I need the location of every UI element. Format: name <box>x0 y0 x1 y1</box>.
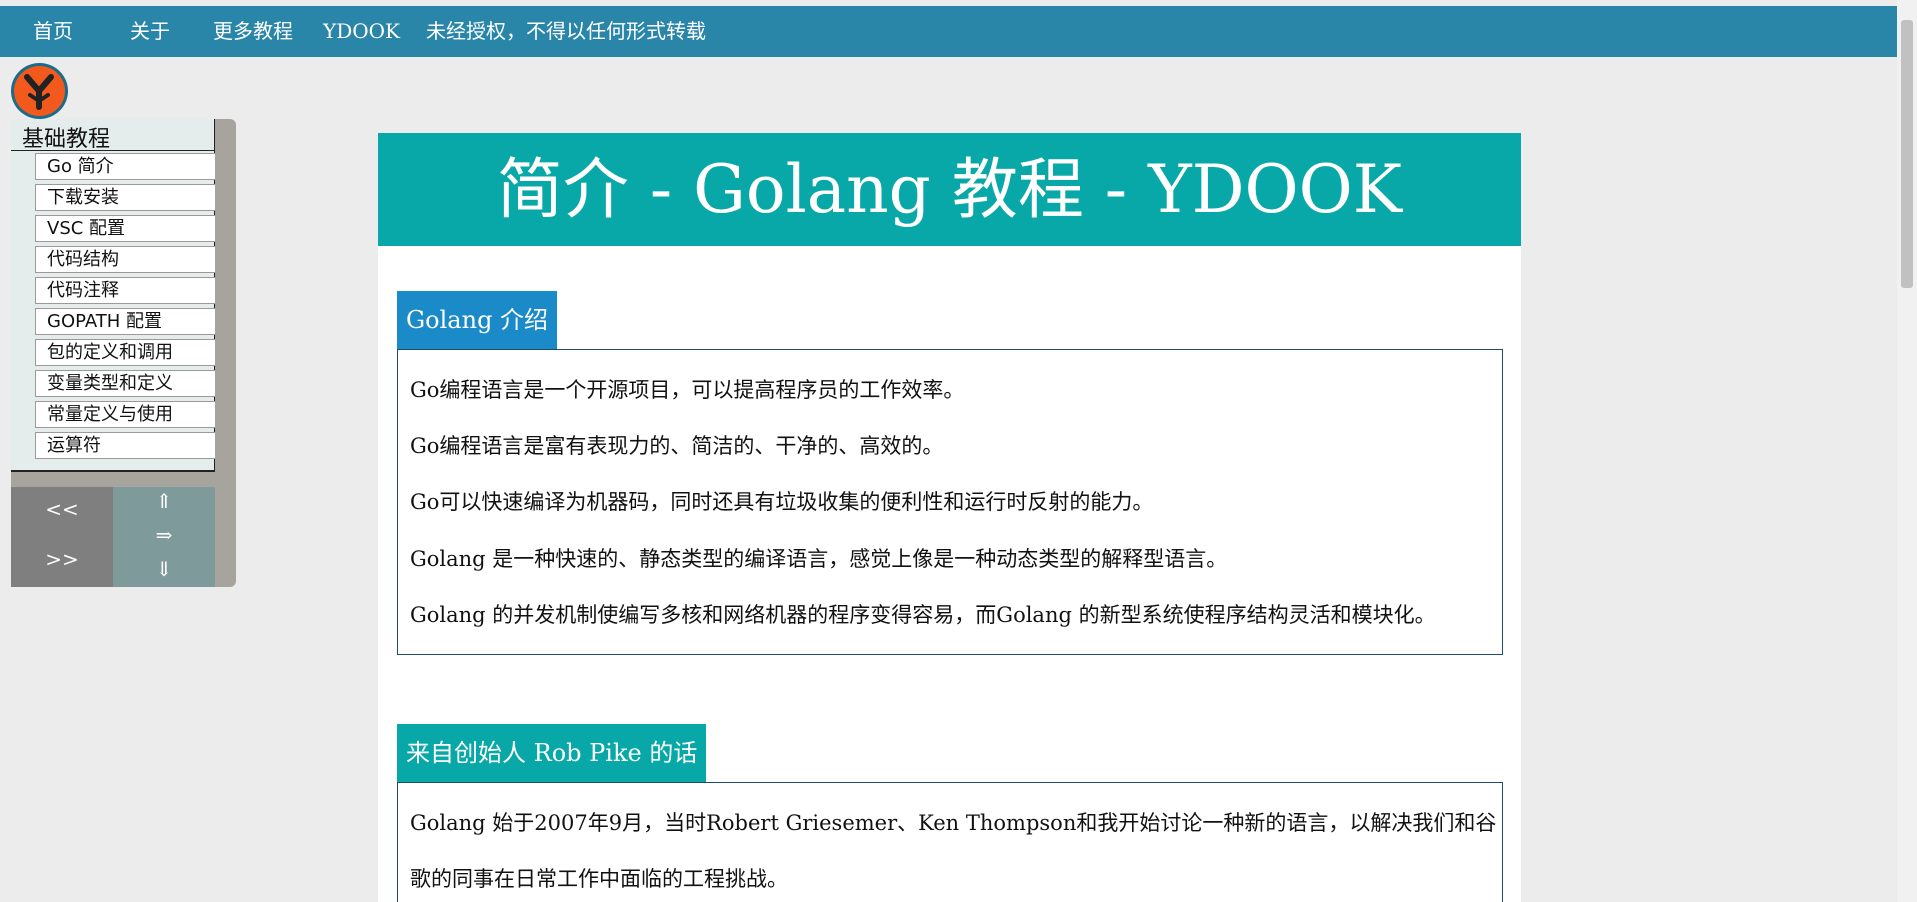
sidebar-item-operators[interactable]: 运算符 <box>35 432 215 459</box>
sidebar-item-gopath-config[interactable]: GOPATH 配置 <box>35 308 215 335</box>
paragraph: Golang 是一种快速的、静态类型的编译语言，感觉上像是一种动态类型的解释型语… <box>410 547 1228 571</box>
sidebar-item-go-intro[interactable]: Go 简介 <box>35 153 215 180</box>
logo-y-icon <box>24 74 54 110</box>
nav-about-link[interactable]: 关于 <box>130 6 170 57</box>
sidebar-menu: 基础教程 Go 简介 下载安装 VSC 配置 代码结构 代码注释 GOPATH … <box>11 119 215 472</box>
scrollbar-thumb[interactable] <box>1901 20 1913 288</box>
nav-ydook-link[interactable]: YDOOK <box>323 6 400 57</box>
paragraph: Go可以快速编译为机器码，同时还具有垃圾收集的便利性和运行时反射的能力。 <box>410 490 1154 514</box>
sidebar-item-package-definition[interactable]: 包的定义和调用 <box>35 339 215 366</box>
next-page-button[interactable]: >> <box>11 547 113 571</box>
sidebar-item-vsc-config[interactable]: VSC 配置 <box>35 215 215 242</box>
sidebar-item-download-install[interactable]: 下载安装 <box>35 184 215 211</box>
nav-copyright-notice[interactable]: 未经授权，不得以任何形式转载 <box>426 6 706 57</box>
paragraph: Golang 的并发机制使编写多核和网络机器的程序变得容易，而Golang 的新… <box>410 603 1436 627</box>
nav-more-tutorials-link[interactable]: 更多教程 <box>213 6 293 57</box>
paragraph: 歌的同事在日常工作中面临的工程挑战。 <box>410 867 788 891</box>
section-heading-golang-intro: Golang 介绍 <box>397 291 558 349</box>
pager: << >> <box>11 487 113 587</box>
main-content: 简介 - Golang 教程 - YDOOK Golang 介绍 Go编程语言是… <box>378 133 1521 902</box>
scroll-bottom-arrow-icon[interactable]: ⇓ <box>113 557 215 581</box>
scroll-arrows: ⇑ ⇒ ⇓ <box>113 487 215 587</box>
sidebar-title: 基础教程 <box>22 127 111 152</box>
sidebar-divider <box>11 150 215 151</box>
sidebar-item-code-comments[interactable]: 代码注释 <box>35 277 215 304</box>
page-scrollbar[interactable] <box>1897 0 1917 902</box>
page-title: 简介 - Golang 教程 - YDOOK <box>378 133 1521 246</box>
site-logo[interactable] <box>11 63 68 119</box>
paragraph: Golang 始于2007年9月，当时Robert Griesemer、Ken … <box>410 811 1497 835</box>
forward-arrow-icon[interactable]: ⇒ <box>113 523 215 547</box>
paragraph: Go编程语言是富有表现力的、简洁的、干净的、高效的。 <box>410 434 944 458</box>
nav-home-link[interactable]: 首页 <box>33 6 73 57</box>
sidebar-item-constants[interactable]: 常量定义与使用 <box>35 401 215 428</box>
sidebar-item-variable-types[interactable]: 变量类型和定义 <box>35 370 215 397</box>
section-box-rob-pike: Golang 始于2007年9月，当时Robert Griesemer、Ken … <box>397 782 1503 902</box>
section-heading-rob-pike: 来自创始人 Rob Pike 的话 <box>397 724 707 782</box>
scroll-top-arrow-icon[interactable]: ⇑ <box>113 489 215 513</box>
top-nav: 首页 关于 更多教程 YDOOK 未经授权，不得以任何形式转载 <box>0 6 1897 57</box>
prev-page-button[interactable]: << <box>11 497 113 521</box>
sidebar: 基础教程 Go 简介 下载安装 VSC 配置 代码结构 代码注释 GOPATH … <box>11 119 236 587</box>
section-box-golang-intro: Go编程语言是一个开源项目，可以提高程序员的工作效率。 Go编程语言是富有表现力… <box>397 349 1503 655</box>
paragraph: Go编程语言是一个开源项目，可以提高程序员的工作效率。 <box>410 378 965 402</box>
sidebar-item-code-structure[interactable]: 代码结构 <box>35 246 215 273</box>
